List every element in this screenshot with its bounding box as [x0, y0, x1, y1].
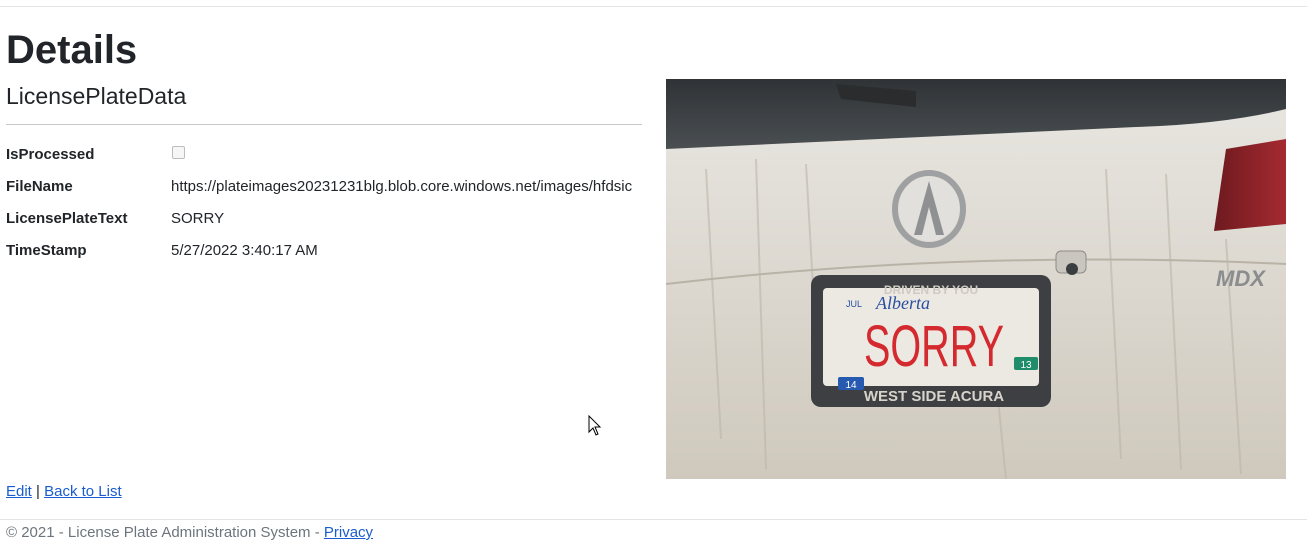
detail-row-filename: FileName https://plateimages20231231blg.… — [6, 170, 666, 202]
isprocessed-checkbox[interactable] — [172, 145, 185, 159]
footer: © 2021 - License Plate Administration Sy… — [6, 523, 373, 543]
plate-month: JUL — [846, 299, 862, 309]
plate-text: SORRY — [864, 314, 1004, 379]
footer-copyright: © 2021 - License Plate Administration Sy… — [6, 524, 324, 541]
plate-province: Alberta — [875, 293, 930, 313]
action-links: Edit | Back to List — [6, 482, 122, 502]
privacy-link[interactable]: Privacy — [324, 524, 373, 541]
detail-value: SORRY — [171, 209, 225, 227]
plate-sticker-left: 14 — [845, 380, 857, 391]
license-plate-photo: MDX DRIVEN BY YOU JUL Alberta SORRY 14 1… — [666, 79, 1286, 479]
detail-value — [171, 145, 185, 163]
detail-value: 5/27/2022 3:40:17 AM — [171, 241, 318, 259]
back-to-list-link[interactable]: Back to List — [44, 483, 122, 500]
detail-label: TimeStamp — [6, 241, 87, 259]
detail-row-isprocessed: IsProcessed — [6, 138, 666, 170]
section-divider — [6, 124, 642, 125]
model-badge: MDX — [1216, 266, 1266, 291]
detail-row-timestamp: TimeStamp 5/27/2022 3:40:17 AM — [6, 234, 666, 266]
link-separator: | — [36, 483, 40, 500]
edit-link[interactable]: Edit — [6, 483, 32, 500]
detail-row-licenseplatetext: LicensePlateText SORRY — [6, 202, 666, 234]
car-rear-image: MDX DRIVEN BY YOU JUL Alberta SORRY 14 1… — [666, 79, 1286, 479]
page-title: Details — [6, 28, 138, 72]
detail-label: IsProcessed — [6, 145, 95, 163]
detail-label: LicensePlateText — [6, 209, 128, 227]
footer-divider — [0, 519, 1307, 520]
plate-frame-bottom-text: WEST SIDE ACURA — [864, 388, 1004, 405]
detail-value: https://plateimages20231231blg.blob.core… — [171, 177, 633, 195]
plate-sticker-right: 13 — [1020, 360, 1032, 371]
mouse-cursor-icon — [588, 415, 602, 436]
details-list: IsProcessed FileName https://plateimages… — [6, 138, 666, 266]
page-subtitle: LicensePlateData — [6, 83, 187, 109]
header-divider — [0, 6, 1307, 7]
detail-label: FileName — [6, 177, 73, 195]
